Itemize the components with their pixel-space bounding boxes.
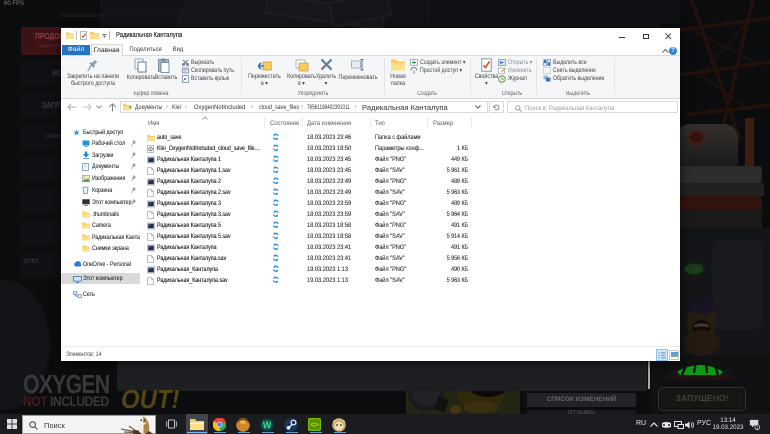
- svg-text:W: W: [263, 420, 272, 430]
